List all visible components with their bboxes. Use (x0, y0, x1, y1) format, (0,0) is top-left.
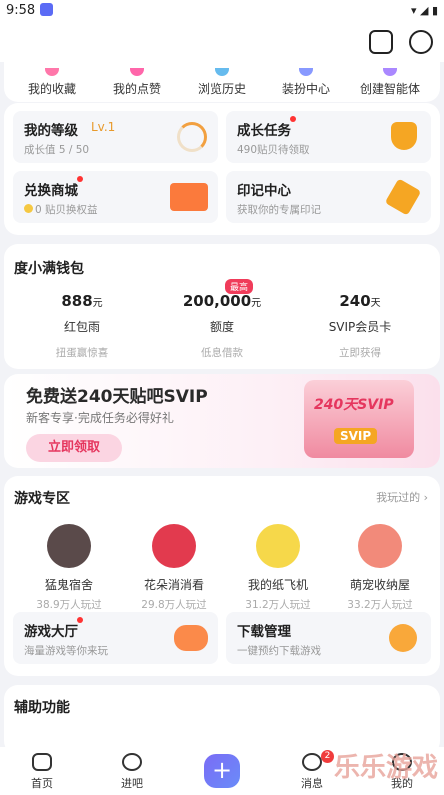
quick-link-dressup[interactable]: 装扮中心 (266, 68, 346, 97)
mall-tile[interactable]: 兑换商城 0 贴贝换权益 (13, 171, 218, 223)
download-title: 下载管理 (237, 624, 291, 640)
home-icon (32, 753, 52, 771)
game-avatar (358, 524, 402, 568)
level-tile[interactable]: 我的等级 Lv.1 成长值 5 / 50 (13, 111, 218, 163)
status-time: 9:58 (6, 3, 36, 18)
game-card: 游戏专区 我玩过的 › 猛鬼宿舍 38.9万人玩过 花朵消消看 29.8万人玩过… (4, 476, 440, 676)
quick-link-history[interactable]: 浏览历史 (182, 68, 262, 97)
game-avatar (256, 524, 300, 568)
level-title: 我的等级 (24, 123, 78, 139)
assist-title: 辅助功能 (14, 700, 70, 716)
svip-banner[interactable]: 免费送240天贴吧SVIP 新客专享·完成任务必得好礼 立即领取 240天SVI… (4, 374, 440, 468)
gamepad-icon (174, 625, 208, 651)
claim-button[interactable]: 立即领取 (26, 434, 122, 462)
red-dot (77, 617, 83, 623)
watermark: 乐乐游戏 (333, 753, 438, 783)
nav-home[interactable]: 首页 (12, 753, 72, 791)
assist-card: 辅助功能 (4, 685, 440, 755)
mark-title: 印记中心 (237, 183, 291, 199)
quick-link-create-agent[interactable]: 创建智能体 (350, 68, 430, 97)
coin-icon (24, 204, 33, 213)
wallet-item-redpacket[interactable]: 888元 红包雨 扭蛋赢惊喜 (22, 292, 142, 360)
planet-icon (122, 753, 142, 771)
download-sub: 一键预约下载游戏 (237, 645, 321, 657)
mark-sub: 获取你的专属印记 (237, 204, 321, 216)
game-item[interactable]: 猛鬼宿舍 38.9万人玩过 (19, 524, 119, 612)
banner-title: 免费送240天贴吧SVIP (26, 387, 208, 407)
growth-task-title: 成长任务 (237, 123, 291, 139)
mall-title: 兑换商城 (24, 183, 78, 199)
game-title: 游戏专区 (14, 491, 70, 507)
mall-sub: 0 贴贝换权益 (35, 204, 98, 216)
signal-battery-icon: ▾ ◢ ▮ (410, 4, 438, 17)
wallet-title: 度小满钱包 (14, 261, 84, 277)
red-dot (77, 176, 83, 182)
wallet-card: 度小满钱包 最高 888元 红包雨 扭蛋赢惊喜 200,000元 额度 低息借款… (4, 244, 440, 369)
message-badge: 2 (321, 750, 334, 763)
clock-icon (389, 624, 417, 652)
scan-icon[interactable] (369, 30, 393, 54)
growth-task-sub: 490贴贝待领取 (237, 144, 310, 156)
game-hall-title: 游戏大厅 (24, 624, 78, 640)
level-progress-ring (177, 122, 207, 152)
badge-icon (384, 178, 422, 216)
game-item[interactable]: 我的纸飞机 31.2万人玩过 (228, 524, 328, 612)
quick-link-likes[interactable]: 我的点赞 (97, 68, 177, 97)
trophy-icon (391, 122, 417, 150)
wallet-item-svip[interactable]: 240天 SVIP会员卡 立即获得 (300, 292, 420, 360)
svip-card-graphic: 240天SVIP SVIP (304, 380, 414, 458)
mark-tile[interactable]: 印记中心 获取你的专属印记 (226, 171, 431, 223)
quick-link-favorites[interactable]: 我的收藏 (12, 68, 92, 97)
game-item[interactable]: 花朵消消看 29.8万人玩过 (124, 524, 224, 612)
quick-links: 我的收藏 我的点赞 浏览历史 装扮中心 创建智能体 (4, 62, 440, 102)
red-dot (290, 116, 296, 122)
game-hall-tile[interactable]: 游戏大厅 海量游戏等你来玩 (13, 612, 218, 664)
level-badge: Lv.1 (91, 120, 116, 134)
download-tile[interactable]: 下载管理 一键预约下载游戏 (226, 612, 431, 664)
growth-card: 我的等级 Lv.1 成长值 5 / 50 成长任务 490贴贝待领取 兑换商城 … (4, 103, 440, 235)
add-post-button[interactable]: + (204, 754, 240, 788)
game-item[interactable]: 萌宠收纳屋 33.2万人玩过 (330, 524, 430, 612)
top-bar (0, 22, 444, 62)
level-progress-text: 成长值 5 / 50 (24, 144, 90, 156)
settings-icon[interactable] (409, 30, 433, 54)
cart-icon (170, 183, 208, 211)
banner-sub: 新客专享·完成任务必得好礼 (26, 411, 174, 425)
game-avatar (152, 524, 196, 568)
played-link[interactable]: 我玩过的 › (376, 489, 428, 505)
app-notification-icon (40, 3, 53, 16)
status-bar: 9:58 ▾ ◢ ▮ (0, 0, 444, 22)
growth-task-tile[interactable]: 成长任务 490贴贝待领取 (226, 111, 431, 163)
message-icon (302, 753, 322, 771)
nav-bar[interactable]: 进吧 (102, 753, 162, 791)
game-hall-sub: 海量游戏等你来玩 (24, 645, 108, 657)
game-avatar (47, 524, 91, 568)
wallet-item-credit[interactable]: 200,000元 额度 低息借款 (162, 292, 282, 360)
